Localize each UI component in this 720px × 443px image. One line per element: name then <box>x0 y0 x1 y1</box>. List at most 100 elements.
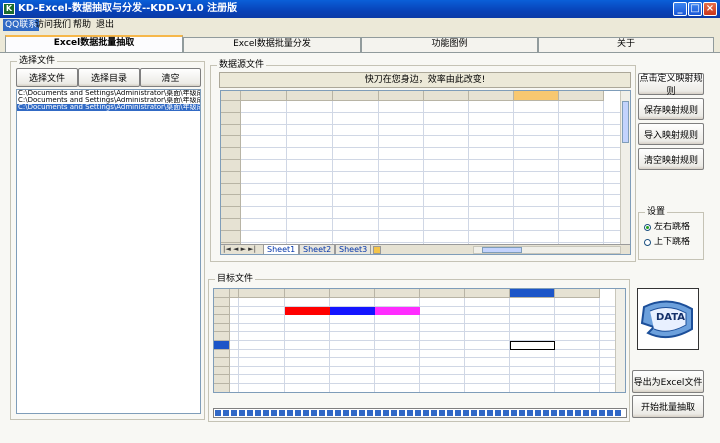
spreadsheet-cell[interactable] <box>287 195 333 207</box>
row-header[interactable] <box>221 136 241 149</box>
row-header[interactable] <box>214 358 230 367</box>
spreadsheet-cell[interactable] <box>424 101 469 113</box>
minimize-button[interactable]: _ <box>673 2 687 16</box>
spreadsheet-cell[interactable] <box>424 195 469 207</box>
spreadsheet-cell[interactable] <box>287 172 333 184</box>
save-mapping-button[interactable]: 保存映射规则 <box>638 98 704 120</box>
spreadsheet-cell[interactable] <box>379 160 424 172</box>
spreadsheet-cell[interactable] <box>285 324 330 333</box>
spreadsheet-cell[interactable] <box>424 113 469 125</box>
spreadsheet-cell[interactable] <box>241 184 287 196</box>
spreadsheet-cell[interactable] <box>241 172 287 184</box>
spreadsheet-cell[interactable] <box>241 113 287 125</box>
close-button[interactable]: × <box>703 2 717 16</box>
spreadsheet-cell[interactable] <box>285 306 330 316</box>
spreadsheet-cell[interactable] <box>375 315 420 324</box>
radio-up-down-label[interactable]: 上下跳格 <box>654 237 690 248</box>
column-header[interactable] <box>379 91 424 101</box>
scroll-thumb[interactable] <box>622 101 629 143</box>
start-batch-extract-button[interactable]: 开始批量抽取 <box>632 395 704 418</box>
spreadsheet-cell[interactable] <box>287 148 333 160</box>
spreadsheet-cell[interactable] <box>333 195 379 207</box>
spreadsheet-cell[interactable] <box>330 306 375 316</box>
column-header[interactable] <box>424 91 469 101</box>
spreadsheet-cell[interactable] <box>379 195 424 207</box>
radio-up-down[interactable] <box>644 239 651 246</box>
target-vertical-scrollbar[interactable] <box>615 289 625 392</box>
menu-visit-us[interactable]: 访问我们 <box>33 19 73 31</box>
row-header[interactable] <box>214 332 230 341</box>
spreadsheet-cell[interactable] <box>375 324 420 333</box>
spreadsheet-cell[interactable] <box>379 231 424 243</box>
define-mapping-button[interactable]: 点击定义映射规则 <box>638 73 704 97</box>
spreadsheet-cell[interactable] <box>379 148 424 160</box>
spreadsheet-cell[interactable] <box>424 207 469 219</box>
sheet-tab-1[interactable]: Sheet1 <box>263 245 300 254</box>
spreadsheet-cell[interactable] <box>424 172 469 184</box>
column-header[interactable] <box>555 289 600 298</box>
spreadsheet-cell[interactable] <box>241 101 287 113</box>
spreadsheet-cell[interactable] <box>330 324 375 333</box>
spreadsheet-cell[interactable] <box>424 148 469 160</box>
spreadsheet-cell[interactable] <box>241 136 287 148</box>
spreadsheet-cell[interactable] <box>333 148 379 160</box>
source-vertical-scrollbar[interactable] <box>620 91 630 245</box>
column-header[interactable] <box>330 289 375 298</box>
source-spreadsheet[interactable]: |◄ ◄ ► ►| Sheet1 Sheet2 Sheet3 <box>220 90 631 255</box>
spreadsheet-cell[interactable] <box>239 298 285 307</box>
spreadsheet-cell[interactable] <box>287 125 333 137</box>
spreadsheet-cell[interactable] <box>330 298 375 307</box>
row-header[interactable] <box>214 375 230 384</box>
row-header[interactable] <box>221 195 241 208</box>
column-header[interactable] <box>241 91 287 101</box>
spreadsheet-cell[interactable] <box>241 125 287 137</box>
spreadsheet-cell[interactable] <box>333 101 379 113</box>
tab-about[interactable]: 关于 <box>538 37 714 52</box>
sheet-nav-arrows-icon[interactable]: |◄ ◄ ► ►| <box>223 245 256 253</box>
menu-exit[interactable]: 退出 <box>94 19 116 31</box>
spreadsheet-cell[interactable] <box>333 184 379 196</box>
row-header[interactable] <box>221 160 241 172</box>
spreadsheet-cell[interactable] <box>424 160 469 172</box>
file-list[interactable]: C:\Documents and Settings\Administrator\… <box>16 89 201 414</box>
file-list-item[interactable]: C:\Documents and Settings\Administrator\… <box>17 90 200 97</box>
spreadsheet-cell[interactable] <box>285 315 330 324</box>
spreadsheet-cell[interactable] <box>285 298 330 307</box>
spreadsheet-cell[interactable] <box>241 219 287 231</box>
spreadsheet-cell[interactable] <box>379 136 424 148</box>
hscroll-thumb[interactable] <box>482 247 522 253</box>
spreadsheet-cell[interactable] <box>287 136 333 148</box>
clear-files-button[interactable]: 清空 <box>140 68 201 87</box>
sheet-tab-2[interactable]: Sheet2 <box>299 245 336 254</box>
spreadsheet-cell[interactable] <box>333 207 379 219</box>
file-list-item[interactable]: C:\Documents and Settings\Administrator\… <box>17 97 200 104</box>
spreadsheet-cell[interactable] <box>424 125 469 137</box>
column-header[interactable] <box>420 289 465 298</box>
column-header[interactable] <box>287 91 333 101</box>
spreadsheet-cell[interactable] <box>375 298 420 307</box>
column-header[interactable] <box>465 289 510 298</box>
row-header[interactable] <box>221 230 241 243</box>
row-header[interactable] <box>214 341 230 350</box>
column-header[interactable] <box>559 91 604 101</box>
spreadsheet-cell[interactable] <box>375 306 420 316</box>
spreadsheet-cell[interactable] <box>379 113 424 125</box>
row-header[interactable] <box>214 298 230 307</box>
row-header[interactable] <box>221 148 241 160</box>
maximize-button[interactable]: □ <box>688 2 702 16</box>
spreadsheet-cell[interactable] <box>333 231 379 243</box>
radio-left-right-label[interactable]: 左右跳格 <box>654 222 690 233</box>
select-all-corner[interactable] <box>214 289 230 298</box>
column-header[interactable] <box>239 289 285 298</box>
row-header[interactable] <box>221 207 241 219</box>
row-header[interactable] <box>221 183 241 196</box>
spreadsheet-cell[interactable] <box>333 136 379 148</box>
spreadsheet-cell[interactable] <box>379 125 424 137</box>
menu-help[interactable]: 帮助 <box>71 19 93 31</box>
spreadsheet-cell[interactable] <box>287 101 333 113</box>
column-header[interactable] <box>510 289 555 298</box>
spreadsheet-cell[interactable] <box>379 219 424 231</box>
spreadsheet-cell[interactable] <box>424 231 469 243</box>
spreadsheet-cell[interactable] <box>287 160 333 172</box>
active-cell[interactable] <box>510 341 555 350</box>
